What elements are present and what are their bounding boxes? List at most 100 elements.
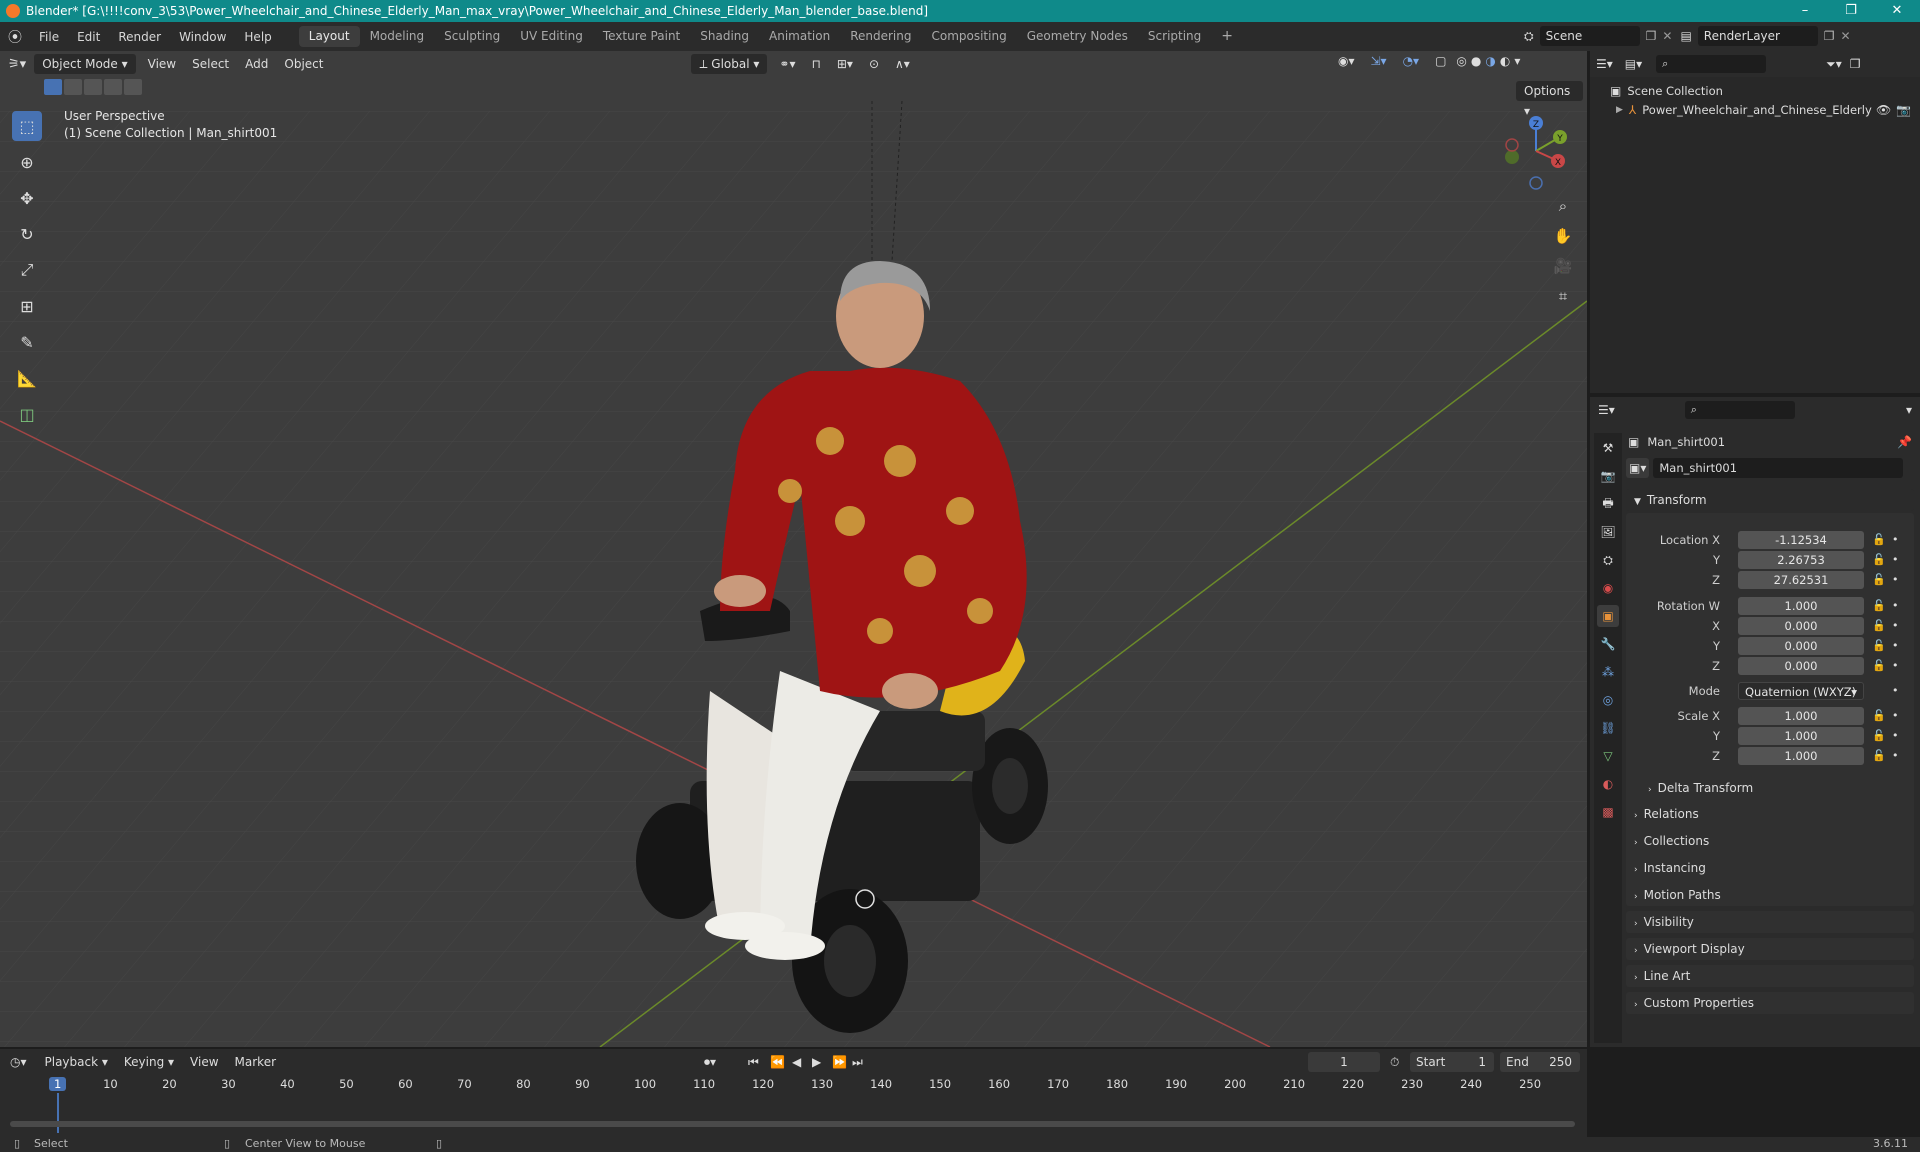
menu-edit[interactable]: Edit <box>68 30 109 44</box>
properties-options-icon[interactable]: ▾ <box>1906 403 1912 417</box>
scale-y-field[interactable]: 1.000 <box>1738 727 1864 745</box>
keyframe-dot-icon[interactable]: • <box>1892 617 1899 635</box>
scene-field[interactable]: Scene <box>1539 26 1640 46</box>
select-extend-icon[interactable] <box>64 79 82 95</box>
render-layer-close-icon[interactable]: ✕ <box>1841 29 1851 43</box>
keyframe-dot-icon[interactable]: • <box>1892 727 1899 745</box>
render-tab-icon[interactable]: 📷 <box>1597 465 1619 487</box>
scale-z-field[interactable]: 1.000 <box>1738 747 1864 765</box>
material-tab-icon[interactable]: ◐ <box>1597 773 1619 795</box>
scene-new-icon[interactable]: ❐ <box>1646 29 1657 43</box>
rotation-mode-dropdown[interactable]: Quaternion (WXYZ) ▾ <box>1738 682 1864 700</box>
eye-icon[interactable]: 👁 <box>1876 103 1891 117</box>
transform-panel-header[interactable]: ▼ Transform <box>1626 489 1914 511</box>
timeline-scrollbar[interactable] <box>10 1121 1575 1127</box>
select-subtract-icon[interactable] <box>84 79 102 95</box>
minimize-button[interactable]: – <box>1782 0 1828 22</box>
measure-tool-icon[interactable]: 📐 <box>12 363 42 393</box>
lock-icon[interactable]: 🔓 <box>1872 551 1886 569</box>
shading-options-icon[interactable]: ▾ <box>1512 54 1522 68</box>
lock-icon[interactable]: 🔓 <box>1872 597 1886 615</box>
object-type-dropdown[interactable]: ▣▾ <box>1626 458 1650 478</box>
properties-editor-icon[interactable]: ☰▾ <box>1598 403 1615 417</box>
transform-orientation-dropdown[interactable]: ⟂ Global ▾ <box>691 54 768 74</box>
jump-start-icon[interactable]: ⏮ <box>748 1055 759 1070</box>
ortho-grid-icon[interactable]: ⌗ <box>1550 283 1576 309</box>
properties-search-input[interactable]: ⌕ <box>1684 401 1795 419</box>
shading-material-icon[interactable]: ◑ <box>1483 54 1497 68</box>
timeline-editor-icon[interactable]: ◷▾ <box>10 1055 27 1069</box>
preview-range-icon[interactable]: ⏱ <box>1390 1055 1399 1070</box>
lock-icon[interactable]: 🔓 <box>1872 707 1886 725</box>
select-invert-icon[interactable] <box>104 79 122 95</box>
keyframe-dot-icon[interactable]: • <box>1892 707 1899 725</box>
editor-type-icon[interactable]: ⚞▾ <box>0 57 34 72</box>
menu-object[interactable]: Object <box>276 57 331 71</box>
delta-transform-header[interactable]: › Delta Transform <box>1640 777 1910 799</box>
shading-solid-icon[interactable]: ● <box>1469 54 1483 68</box>
tab-compositing[interactable]: Compositing <box>921 26 1016 47</box>
options-dropdown[interactable]: Options ▾ <box>1516 81 1583 118</box>
falloff-icon[interactable]: ∧▾ <box>887 57 918 71</box>
rotation-w-field[interactable]: 1.000 <box>1738 597 1864 615</box>
transform-tool-icon[interactable]: ⊞ <box>12 291 42 321</box>
select-intersect-icon[interactable] <box>124 79 142 95</box>
rotation-y-field[interactable]: 0.000 <box>1738 637 1864 655</box>
custom-properties-panel-header[interactable]: › Custom Properties <box>1626 992 1914 1014</box>
scene-icon[interactable]: ⛭ <box>1524 29 1534 44</box>
tab-rendering[interactable]: Rendering <box>840 26 921 47</box>
add-cube-tool-icon[interactable]: ◫ <box>12 399 42 429</box>
record-keyframe-icon[interactable]: ⏺▾ <box>704 1055 716 1070</box>
jump-end-icon[interactable]: ⏭ <box>852 1055 863 1070</box>
blender-menu-icon[interactable]: ⦿ <box>0 27 30 47</box>
lock-icon[interactable]: 🔓 <box>1872 727 1886 745</box>
tab-texture-paint[interactable]: Texture Paint <box>593 26 690 47</box>
tool-tab-icon[interactable]: ⚒ <box>1597 437 1619 459</box>
lock-icon[interactable]: 🔓 <box>1872 617 1886 635</box>
xray-icon[interactable]: ▢ <box>1427 54 1454 68</box>
snap-icon[interactable]: ⊓ <box>804 57 829 71</box>
frame-ruler[interactable]: 1 10 20 30 40 50 60 70 80 90 100 110 120 130 140 150 160… <box>0 1075 1587 1095</box>
keyframe-dot-icon[interactable]: • <box>1892 682 1899 700</box>
lock-icon[interactable]: 🔓 <box>1872 531 1886 549</box>
render-layer-field[interactable]: RenderLayer <box>1697 26 1818 46</box>
jump-prev-keyframe-icon[interactable]: ⏪ <box>770 1055 785 1069</box>
lock-icon[interactable]: 🔓 <box>1872 747 1886 765</box>
rotate-tool-icon[interactable]: ↻ <box>12 219 42 249</box>
menu-file[interactable]: File <box>30 30 68 44</box>
shading-wireframe-icon[interactable]: ◎ <box>1454 54 1468 68</box>
scale-x-field[interactable]: 1.000 <box>1738 707 1864 725</box>
output-tab-icon[interactable]: 🖶 <box>1597 493 1619 515</box>
start-frame-field[interactable]: Start 1 <box>1410 1052 1494 1072</box>
texture-tab-icon[interactable]: ▩ <box>1597 801 1619 823</box>
rotation-x-field[interactable]: 0.000 <box>1738 617 1864 635</box>
cursor-tool-icon[interactable]: ⊕ <box>12 147 42 177</box>
render-layer-new-icon[interactable]: ❐ <box>1824 29 1835 43</box>
menu-marker[interactable]: Marker <box>227 1055 284 1069</box>
play-reverse-icon[interactable]: ◀ <box>792 1055 801 1069</box>
menu-render[interactable]: Render <box>109 30 170 44</box>
expand-arrow-icon[interactable]: ▶ <box>1616 105 1623 115</box>
close-button[interactable]: ✕ <box>1874 0 1920 22</box>
scene-collection-label[interactable]: Scene Collection <box>1627 84 1723 98</box>
visibility-panel-header[interactable]: › Visibility <box>1626 911 1914 933</box>
camera-view-icon[interactable]: 🎥 <box>1550 253 1576 279</box>
filter-icon[interactable]: ⏷▾ <box>1826 57 1842 72</box>
lock-icon[interactable]: 🔓 <box>1872 637 1886 655</box>
menu-playback[interactable]: Playback ▾ <box>37 1055 116 1069</box>
current-frame-field[interactable]: 1 <box>1308 1052 1380 1072</box>
tab-animation[interactable]: Animation <box>759 26 840 47</box>
playhead-line[interactable] <box>57 1093 59 1133</box>
keyframe-dot-icon[interactable]: • <box>1892 571 1899 589</box>
keyframe-dot-icon[interactable]: • <box>1892 551 1899 569</box>
play-icon[interactable]: ▶ <box>812 1055 821 1069</box>
tab-scripting[interactable]: Scripting <box>1138 26 1211 47</box>
menu-select[interactable]: Select <box>184 57 237 71</box>
menu-help[interactable]: Help <box>235 30 280 44</box>
zoom-icon[interactable]: ⌕ <box>1550 193 1576 219</box>
menu-view[interactable]: View <box>140 57 184 71</box>
keyframe-dot-icon[interactable]: • <box>1892 531 1899 549</box>
3d-viewport[interactable]: ⚞▾ Object Mode ▾ View Select Add Object … <box>0 51 1587 1047</box>
menu-window[interactable]: Window <box>170 30 235 44</box>
location-z-field[interactable]: 27.62531 <box>1738 571 1864 589</box>
